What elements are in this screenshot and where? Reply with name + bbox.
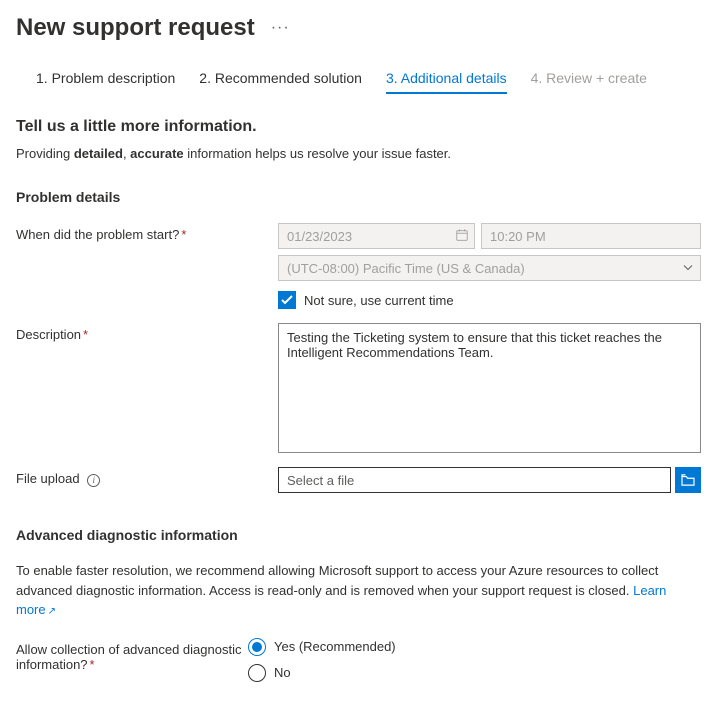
- required-indicator: *: [181, 227, 186, 242]
- description-label-text: Description: [16, 327, 81, 342]
- more-menu-button[interactable]: ···: [271, 19, 290, 37]
- checkbox-label: Not sure, use current time: [304, 293, 454, 308]
- description-label: Description*: [16, 323, 278, 342]
- file-select-input[interactable]: Select a file: [278, 467, 671, 493]
- problem-details-title: Problem details: [16, 189, 701, 205]
- wizard-tabs: 1. Problem description 2. Recommended so…: [16, 70, 701, 94]
- tab-problem-description[interactable]: 1. Problem description: [36, 70, 175, 94]
- advanced-description: To enable faster resolution, we recommen…: [16, 561, 701, 620]
- browse-button[interactable]: [675, 467, 701, 493]
- allow-collection-label-text: Allow collection of advanced diagnostic …: [16, 642, 241, 672]
- use-current-time-checkbox[interactable]: [278, 291, 296, 309]
- intro-bold2: accurate: [130, 146, 183, 161]
- advanced-desc-text: To enable faster resolution, we recommen…: [16, 563, 658, 598]
- file-upload-label-text: File upload: [16, 471, 80, 486]
- file-upload-label: File upload i: [16, 467, 278, 487]
- tab-additional-details[interactable]: 3. Additional details: [386, 70, 507, 94]
- time-input[interactable]: [481, 223, 701, 249]
- radio-button-yes[interactable]: [248, 638, 266, 656]
- description-textarea[interactable]: Testing the Ticketing system to ensure t…: [278, 323, 701, 453]
- radio-yes-label: Yes (Recommended): [274, 639, 396, 654]
- when-label-text: When did the problem start?: [16, 227, 179, 242]
- radio-yes[interactable]: Yes (Recommended): [248, 638, 396, 656]
- timezone-dropdown[interactable]: [278, 255, 701, 281]
- radio-button-no[interactable]: [248, 664, 266, 682]
- intro-title: Tell us a little more information.: [16, 118, 701, 136]
- intro-text: Providing detailed, accurate information…: [16, 146, 701, 161]
- allow-collection-label: Allow collection of advanced diagnostic …: [16, 638, 248, 672]
- info-icon[interactable]: i: [87, 474, 100, 487]
- required-indicator: *: [90, 657, 95, 672]
- intro-pre: Providing: [16, 146, 74, 161]
- radio-no-label: No: [274, 665, 291, 680]
- intro-post: information helps us resolve your issue …: [184, 146, 451, 161]
- intro-bold1: detailed: [74, 146, 123, 161]
- external-link-icon: ↗: [48, 606, 56, 617]
- required-indicator: *: [83, 327, 88, 342]
- when-label: When did the problem start?*: [16, 223, 278, 242]
- tab-review-create: 4. Review + create: [531, 70, 647, 94]
- advanced-section-title: Advanced diagnostic information: [16, 527, 701, 543]
- page-title: New support request: [16, 14, 255, 42]
- date-input[interactable]: [278, 223, 475, 249]
- radio-no[interactable]: No: [248, 664, 396, 682]
- tab-recommended-solution[interactable]: 2. Recommended solution: [199, 70, 362, 94]
